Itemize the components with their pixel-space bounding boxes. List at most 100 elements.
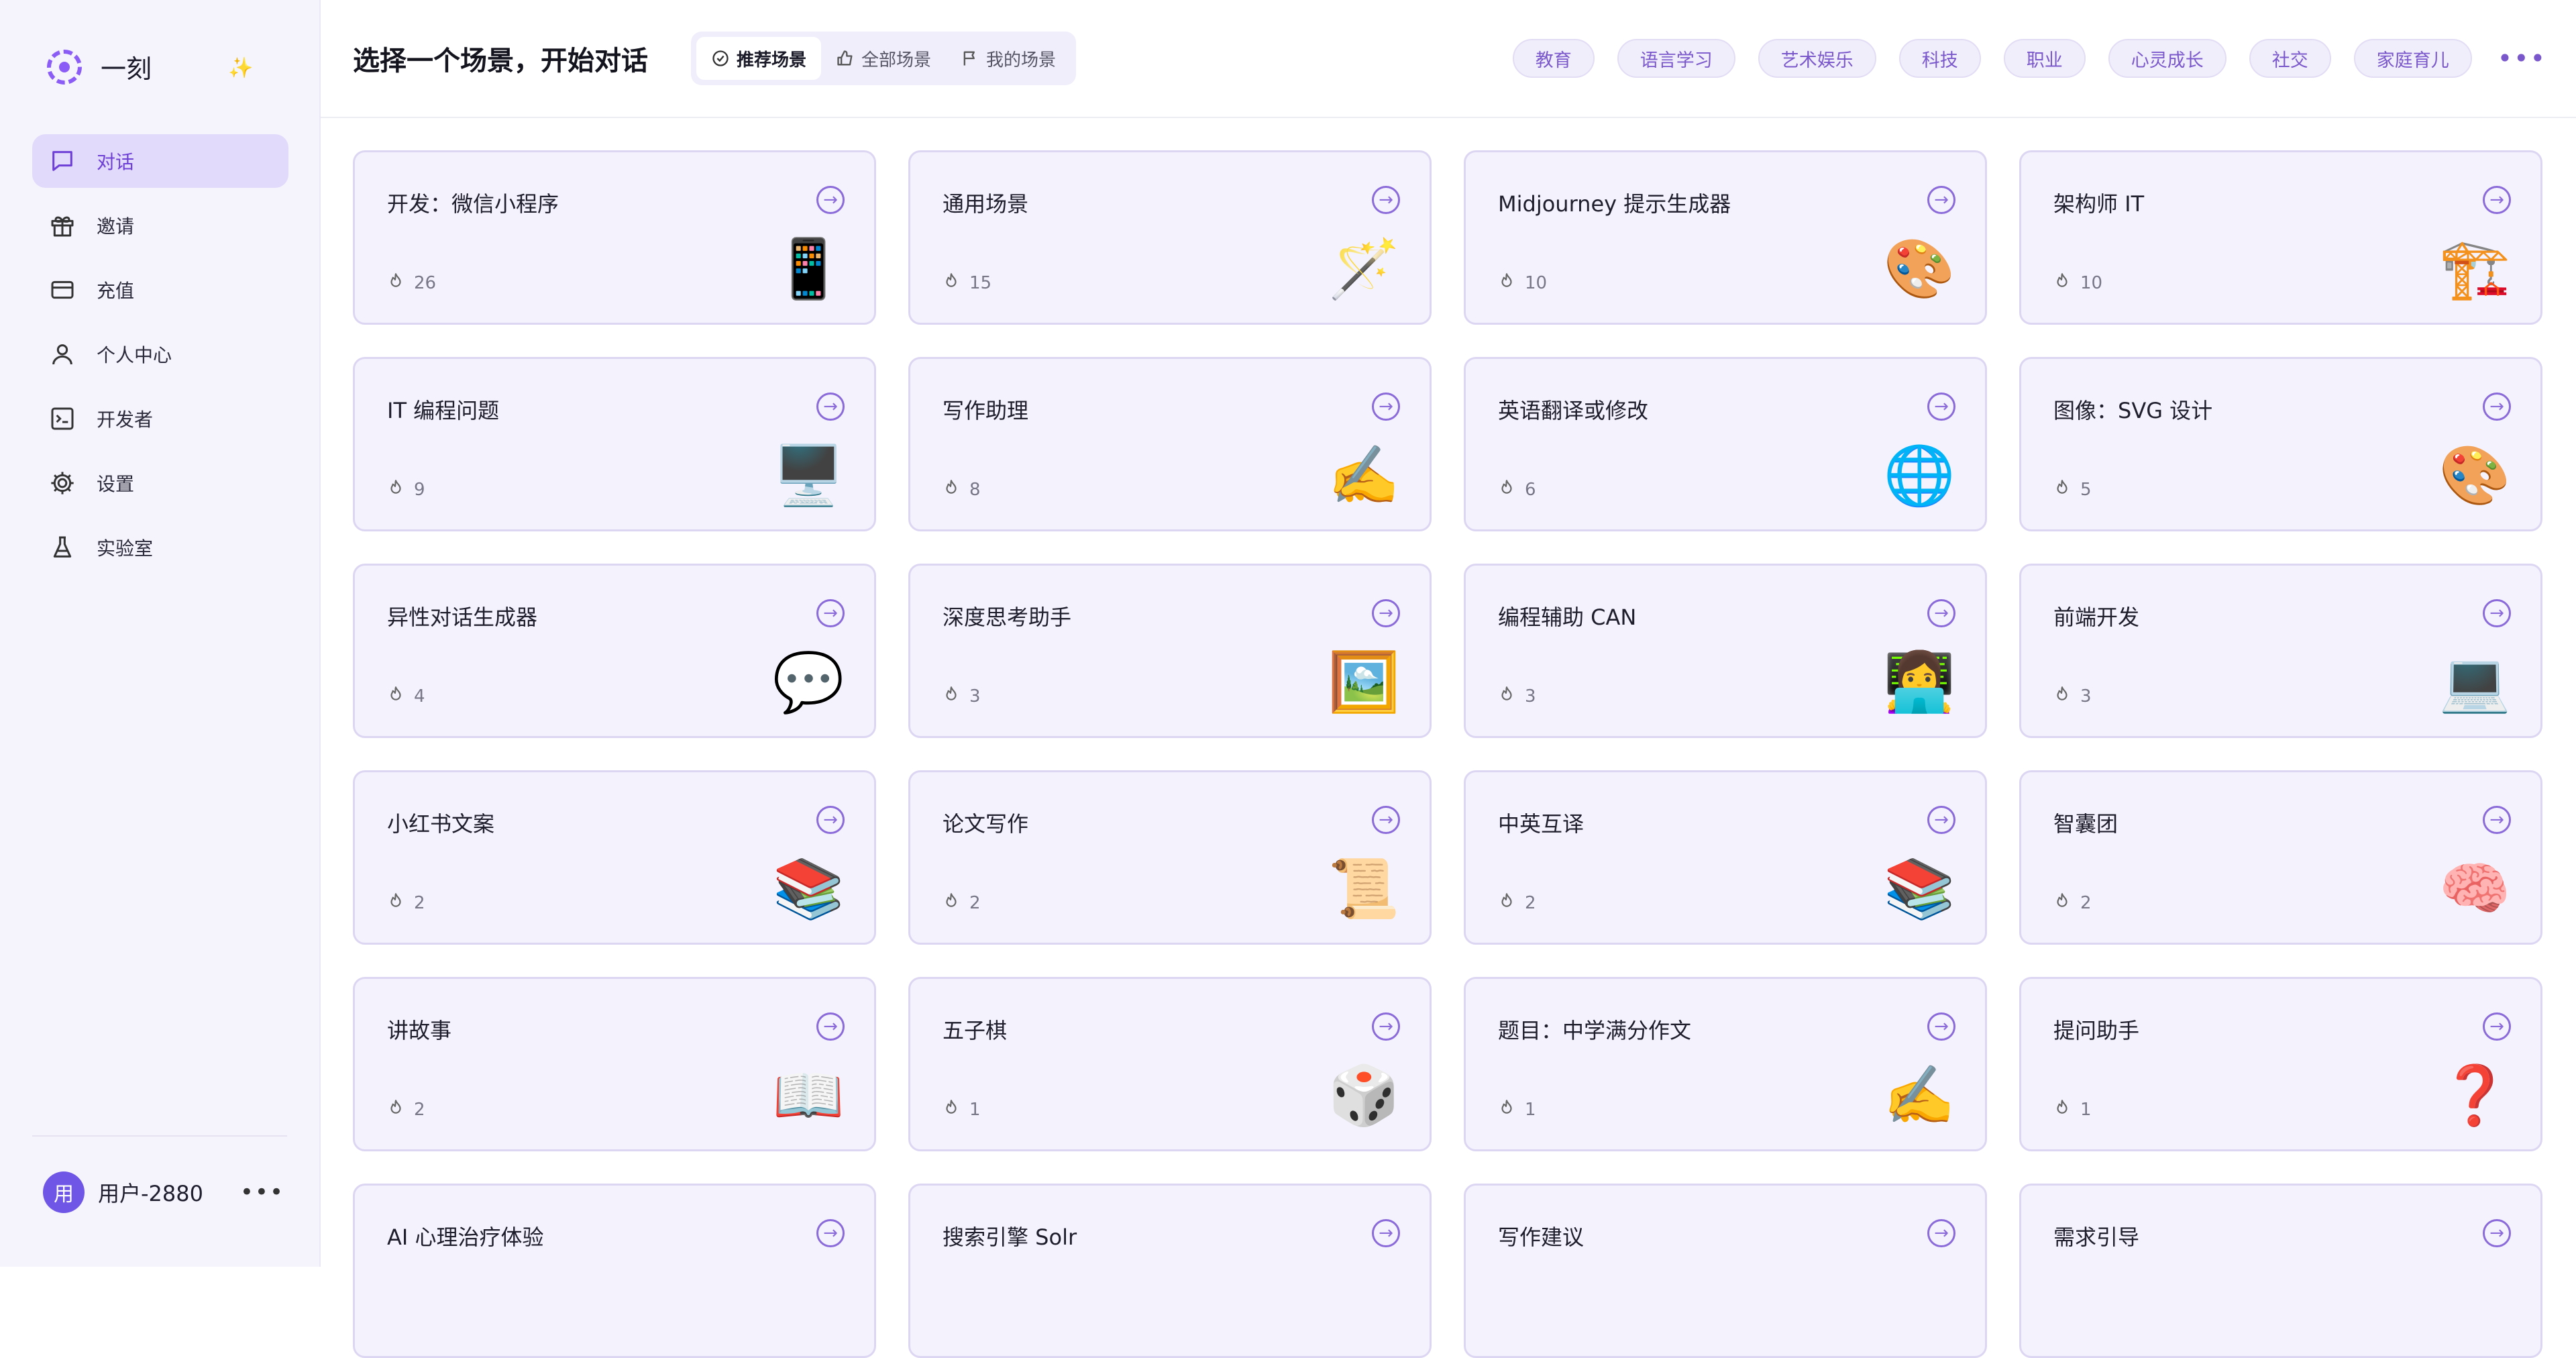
flame-icon [2053,478,2080,501]
sidebar-divider [32,1135,287,1137]
tag-social[interactable]: 社交 [2249,39,2331,78]
arrow-right-circle-icon[interactable]: → [1372,186,1400,214]
chat-icon [48,147,76,175]
scene-card[interactable]: 图像：SVG 设计 → 5 🎨 [2019,357,2542,531]
credit-card-icon [48,276,76,304]
scene-card[interactable]: 写作助理 → 8 ✍️ [908,357,1432,531]
scene-card[interactable]: Midjourney 提示生成器 → 10 🎨 [1464,150,1987,325]
arrow-right-circle-icon[interactable]: → [2483,393,2511,421]
arrow-right-circle-icon[interactable]: → [1372,1012,1400,1041]
arrow-right-circle-icon[interactable]: → [816,599,845,627]
brand[interactable]: 一刻 [47,48,152,85]
scene-card[interactable]: 中英互译 → 2 📚 [1464,770,1987,945]
scene-card[interactable]: 通用场景 → 15 🪄 [908,150,1432,325]
arrow-right-circle-icon[interactable]: → [1927,806,1955,834]
scene-card[interactable]: 英语翻译或修改 → 6 🌐 [1464,357,1987,531]
arrow-right-circle-icon[interactable]: → [1372,806,1400,834]
scene-card-title: 中英互译 [1498,811,1585,837]
scene-card-usage: 15 [943,272,991,294]
tab-mine[interactable]: 我的场景 [946,37,1071,80]
tab-recommended[interactable]: 推荐场景 [696,37,822,80]
more-options-icon[interactable]: ••• [240,1179,284,1206]
scene-card[interactable]: 五子棋 → 1 🎲 [908,977,1432,1151]
usage-count: 10 [2080,272,2103,293]
scene-card-title: Midjourney 提示生成器 [1498,191,1731,217]
arrow-right-circle-icon[interactable]: → [816,186,845,214]
arrow-right-circle-icon[interactable]: → [1372,1219,1400,1247]
scene-card[interactable]: 智囊团 → 2 🧠 [2019,770,2542,945]
scene-card[interactable]: 编程辅助 CAN → 3 👩‍💻 [1464,564,1987,738]
gear-icon [48,469,76,497]
scene-card[interactable]: 需求引导 → [2019,1184,2542,1358]
arrow-right-circle-icon[interactable]: → [816,806,845,834]
sidebar-nav: 对话 邀请 充值 个人中心 开发者 设置 实验室 [32,134,288,585]
arrow-right-circle-icon[interactable]: → [1372,599,1400,627]
usage-count: 10 [1525,272,1548,293]
scene-card[interactable]: 开发：微信小程序 → 26 📱 [353,150,876,325]
tag-arts-entertainment[interactable]: 艺术娱乐 [1758,39,1876,78]
arrow-right-circle-icon[interactable]: → [2483,1219,2511,1247]
flame-icon [943,685,969,707]
sidebar-item-profile[interactable]: 个人中心 [32,327,288,381]
scene-card[interactable]: IT 编程问题 → 9 🖥️ [353,357,876,531]
arrow-right-circle-icon[interactable]: → [2483,186,2511,214]
scene-card[interactable]: 深度思考助手 → 3 🖼️ [908,564,1432,738]
scene-card[interactable]: 题目：中学满分作文 → 1 ✍️ [1464,977,1987,1151]
scene-emoji-icon: 🧠 [2438,855,2511,923]
scene-emoji-icon: 📱 [772,236,845,303]
sidebar-item-developer[interactable]: 开发者 [32,392,288,446]
sidebar-item-recharge[interactable]: 充值 [32,263,288,317]
arrow-right-circle-icon[interactable]: → [1372,393,1400,421]
sidebar-item-settings[interactable]: 设置 [32,456,288,510]
tag-career[interactable]: 职业 [2003,39,2086,78]
user-icon [48,340,76,368]
tab-label: 我的场景 [986,50,1057,70]
scene-card[interactable]: 提问助手 → 1 ❓ [2019,977,2542,1151]
arrow-right-circle-icon[interactable]: → [1927,599,1955,627]
tag-parenting[interactable]: 家庭育儿 [2353,39,2472,78]
arrow-right-circle-icon[interactable]: → [816,1219,845,1247]
scene-card[interactable]: 架构师 IT → 10 🏗️ [2019,150,2542,325]
arrow-right-circle-icon[interactable]: → [1927,186,1955,214]
sidebar: 一刻 ✨ 对话 邀请 充值 个人中心 开发者 设置 实验室 用 用户-2880 … [0,0,321,1267]
scene-tabs: 推荐场景 全部场景 我的场景 [691,32,1077,85]
arrow-right-circle-icon[interactable]: → [1927,393,1955,421]
sidebar-item-lab[interactable]: 实验室 [32,521,288,574]
user-profile[interactable]: 用 用户-2880 ••• [43,1171,284,1213]
tab-all[interactable]: 全部场景 [821,37,946,80]
scene-card[interactable]: AI 心理治疗体验 → [353,1184,876,1358]
tag-personal-growth[interactable]: 心灵成长 [2108,39,2226,78]
sparkle-icon[interactable]: ✨ [228,56,253,80]
scene-card[interactable]: 搜索引擎 Solr → [908,1184,1432,1358]
more-tags-icon[interactable]: ••• [2498,44,2546,73]
scene-card-usage: 2 [387,892,425,914]
tag-education[interactable]: 教育 [1512,39,1595,78]
scene-card[interactable]: 前端开发 → 3 💻 [2019,564,2542,738]
scene-card-title: 编程辅助 CAN [1498,605,1637,630]
arrow-right-circle-icon[interactable]: → [2483,599,2511,627]
scene-emoji-icon: 🏗️ [2438,236,2511,303]
scene-card[interactable]: 异性对话生成器 → 4 💬 [353,564,876,738]
tag-technology[interactable]: 科技 [1898,39,1981,78]
flame-icon [1498,1098,1525,1120]
sidebar-item-label: 实验室 [97,537,154,560]
scene-card[interactable]: 写作建议 → [1464,1184,1987,1358]
usage-count: 2 [414,1099,425,1120]
scene-card[interactable]: 小红书文案 → 2 📚 [353,770,876,945]
usage-count: 2 [969,892,981,913]
arrow-right-circle-icon[interactable]: → [816,1012,845,1041]
scene-card-usage: 4 [387,685,425,707]
sidebar-item-invite[interactable]: 邀请 [32,199,288,252]
tag-language-learning[interactable]: 语言学习 [1617,39,1735,78]
scene-emoji-icon: ✍️ [1883,1062,1955,1129]
scene-card[interactable]: 论文写作 → 2 📜 [908,770,1432,945]
arrow-right-circle-icon[interactable]: → [1927,1219,1955,1247]
avatar[interactable]: 用 [43,1171,85,1213]
arrow-right-circle-icon[interactable]: → [2483,806,2511,834]
sidebar-item-chat[interactable]: 对话 [32,134,288,188]
scene-emoji-icon: 📜 [1328,855,1400,923]
arrow-right-circle-icon[interactable]: → [2483,1012,2511,1041]
arrow-right-circle-icon[interactable]: → [816,393,845,421]
scene-card[interactable]: 讲故事 → 2 📖 [353,977,876,1151]
arrow-right-circle-icon[interactable]: → [1927,1012,1955,1041]
